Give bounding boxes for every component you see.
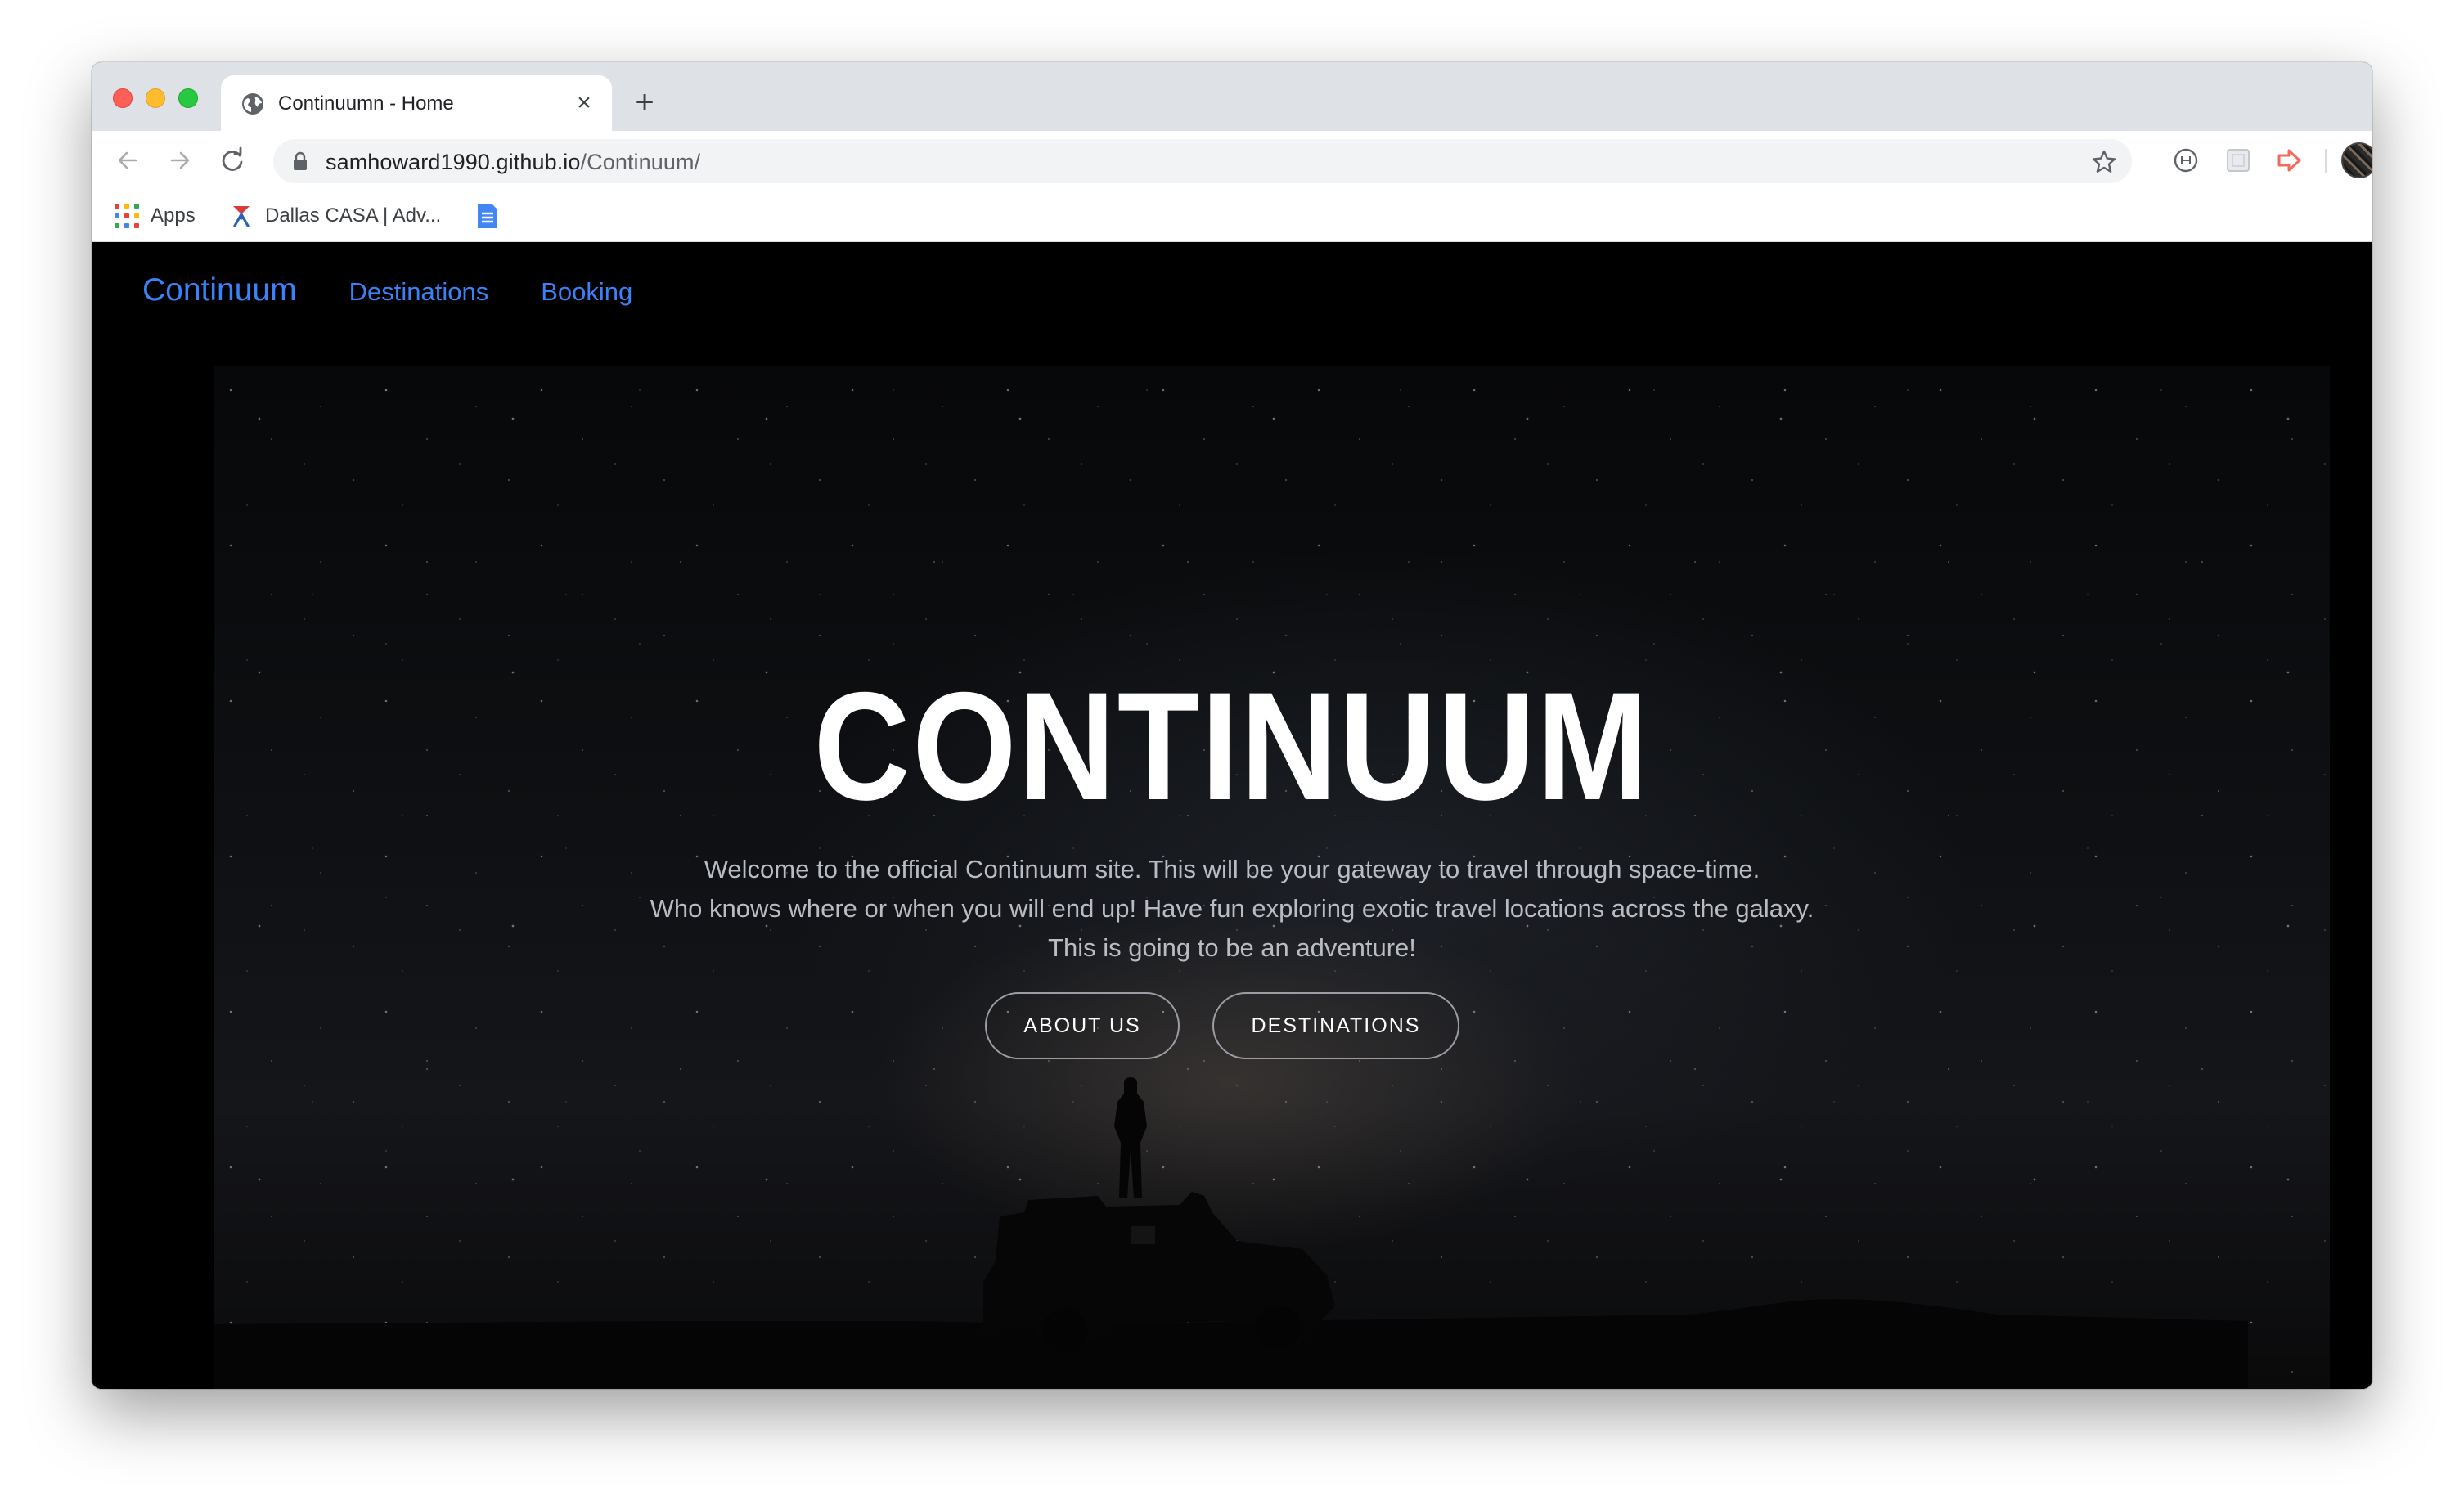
tab-title: Continuumn - Home bbox=[278, 92, 454, 115]
bookmark-label: Apps bbox=[151, 204, 196, 227]
close-window-button[interactable] bbox=[113, 88, 133, 108]
google-docs-icon bbox=[478, 204, 497, 228]
apps-grid-icon bbox=[115, 204, 139, 228]
web-page: Continuum Destinations Booking CONTINUUM… bbox=[92, 243, 2372, 1389]
address-bar[interactable]: samhoward1990.github.io/Continuum/ bbox=[273, 139, 2132, 183]
site-navbar: Continuum Destinations Booking bbox=[142, 272, 685, 321]
back-arrow-icon[interactable] bbox=[113, 146, 142, 175]
url-host: samhoward1990.github.io bbox=[326, 150, 581, 174]
nav-link-booking[interactable]: Booking bbox=[541, 277, 632, 307]
bookmark-label: Dallas CASA | Adv... bbox=[265, 204, 442, 227]
profile-avatar[interactable] bbox=[2341, 142, 2372, 178]
hero-description: Welcome to the official Continuum site. … bbox=[92, 850, 2372, 968]
bookmark-apps[interactable]: Apps bbox=[115, 201, 196, 231]
toolbar-separator bbox=[2325, 149, 2327, 173]
url-path: /Continuum/ bbox=[580, 150, 701, 174]
maximize-window-button[interactable] bbox=[178, 88, 198, 108]
lock-icon[interactable] bbox=[293, 151, 308, 171]
casa-logo-icon bbox=[233, 206, 250, 227]
reload-icon[interactable] bbox=[218, 146, 247, 175]
globe-icon bbox=[242, 93, 263, 115]
about-us-button[interactable]: ABOUT US bbox=[985, 992, 1180, 1059]
url-text[interactable]: samhoward1990.github.io/Continuum/ bbox=[326, 150, 700, 174]
bookmark-star-icon[interactable] bbox=[2091, 149, 2117, 175]
minimize-window-button[interactable] bbox=[146, 88, 165, 108]
extension-circle-icon[interactable] bbox=[2171, 146, 2201, 175]
browser-toolbar: samhoward1990.github.io/Continuum/ bbox=[92, 131, 2372, 190]
hero-text-line: Welcome to the official Continuum site. … bbox=[704, 855, 1760, 883]
bookmark-dallas-casa[interactable]: Dallas CASA | Adv... bbox=[229, 201, 441, 231]
destinations-button[interactable]: DESTINATIONS bbox=[1212, 992, 1459, 1059]
bookmark-google-docs[interactable] bbox=[476, 201, 499, 231]
close-tab-button[interactable]: × bbox=[571, 90, 597, 116]
browser-window: Continuumn - Home × + samhoward1990.gith… bbox=[92, 62, 2372, 1389]
nav-link-destinations[interactable]: Destinations bbox=[349, 277, 489, 307]
hero-text-line: This is going to be an adventure! bbox=[1048, 933, 1416, 962]
nav-brand-link[interactable]: Continuum bbox=[142, 272, 297, 308]
tab-continuum-home[interactable]: Continuumn - Home × bbox=[221, 75, 612, 131]
new-tab-button[interactable]: + bbox=[628, 86, 661, 119]
tab-strip: Continuumn - Home × + bbox=[92, 62, 2372, 131]
hero-title: CONTINUUM bbox=[813, 660, 1651, 832]
hero-text-line: Who knows where or when you will end up!… bbox=[650, 894, 1814, 923]
extension-square-icon[interactable] bbox=[2223, 146, 2253, 175]
extension-arrow-icon[interactable] bbox=[2274, 146, 2304, 175]
bookmarks-bar: Apps Dallas CASA | Adv... bbox=[92, 190, 2372, 242]
forward-arrow-icon[interactable] bbox=[165, 146, 195, 175]
